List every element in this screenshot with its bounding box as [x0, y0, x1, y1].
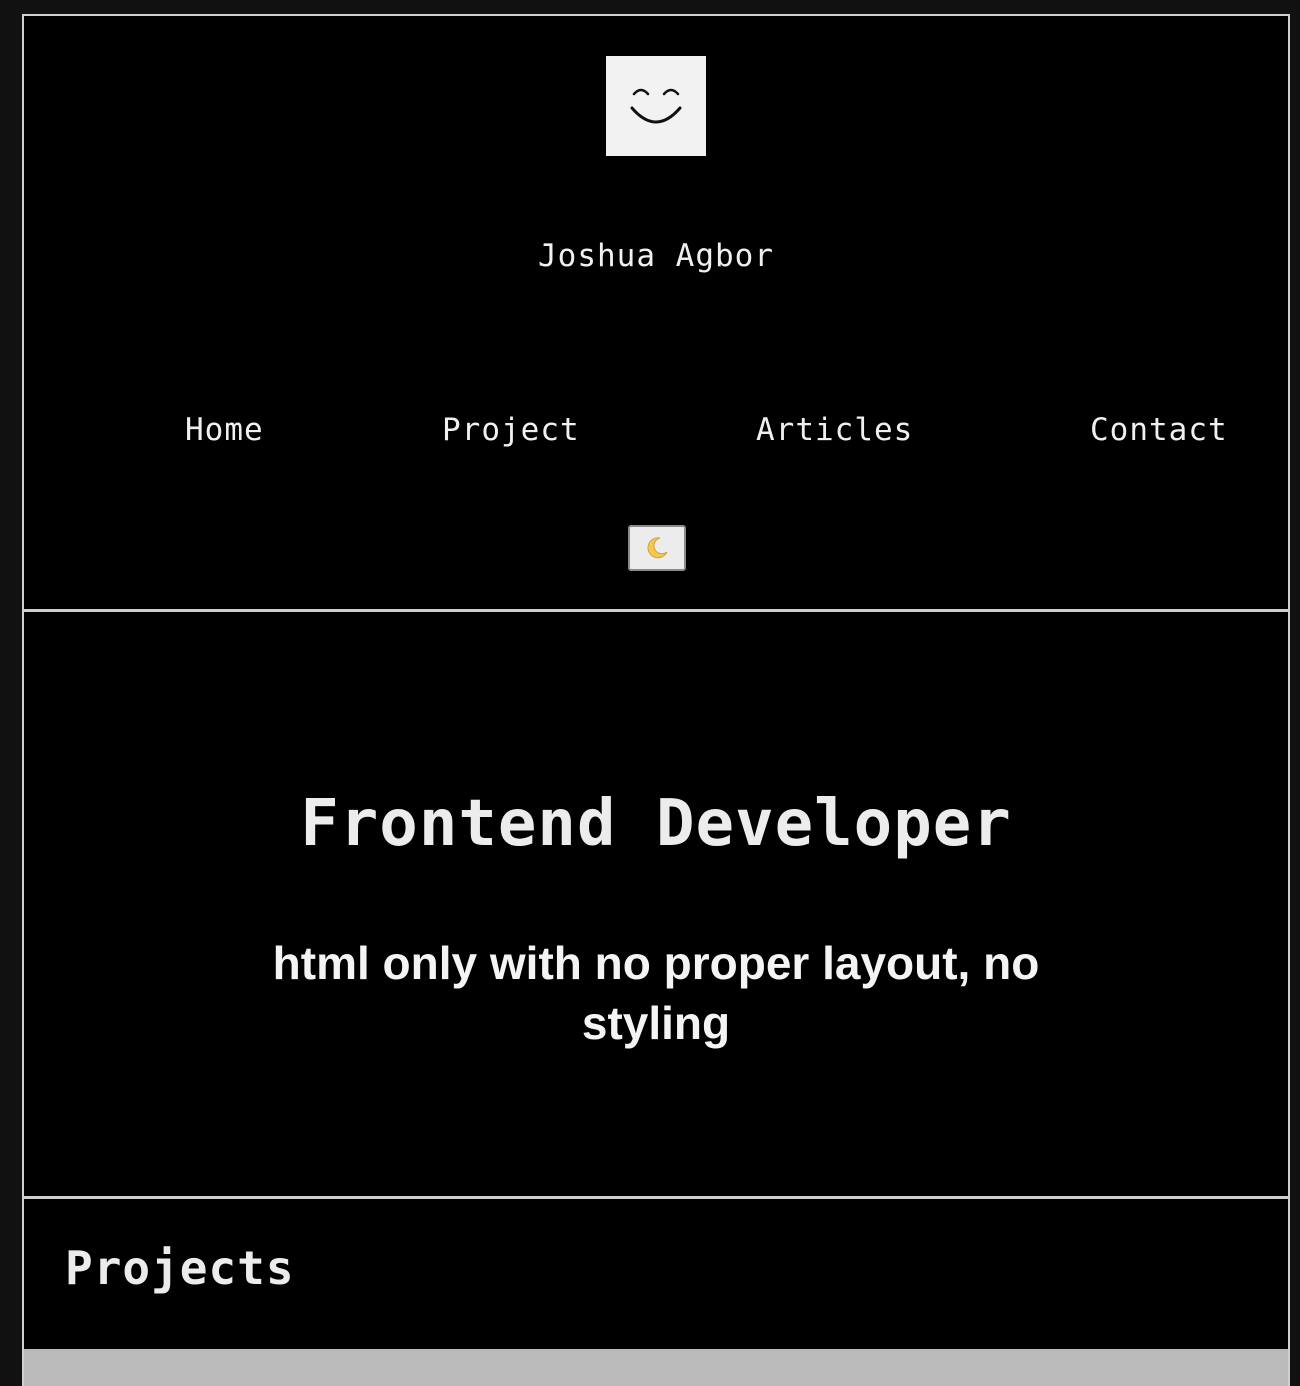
- nav-link-project[interactable]: Project: [442, 412, 580, 448]
- page-container: Joshua Agbor Home Project Articles Conta…: [22, 14, 1290, 1386]
- hero-section: Frontend Developer html only with no pro…: [24, 615, 1288, 1199]
- hero-title: Frontend Developer: [300, 787, 1012, 861]
- nav-link-home[interactable]: Home: [185, 412, 264, 448]
- main-nav: Home Project Articles Contact: [24, 412, 1288, 452]
- crescent-moon-icon: [647, 537, 668, 559]
- smiley-face-icon: [630, 88, 682, 124]
- logo[interactable]: [606, 56, 706, 156]
- theme-toggle-button[interactable]: [628, 525, 686, 571]
- site-header: Joshua Agbor Home Project Articles Conta…: [24, 16, 1288, 612]
- nav-link-contact[interactable]: Contact: [1090, 412, 1228, 448]
- site-name: Joshua Agbor: [538, 238, 774, 274]
- projects-title: Projects: [65, 1241, 295, 1295]
- hero-subtitle: html only with no proper layout, no styl…: [272, 937, 1040, 1049]
- project-card: [24, 1349, 1288, 1386]
- projects-section: Projects: [24, 1199, 1288, 1386]
- nav-link-articles[interactable]: Articles: [756, 412, 913, 448]
